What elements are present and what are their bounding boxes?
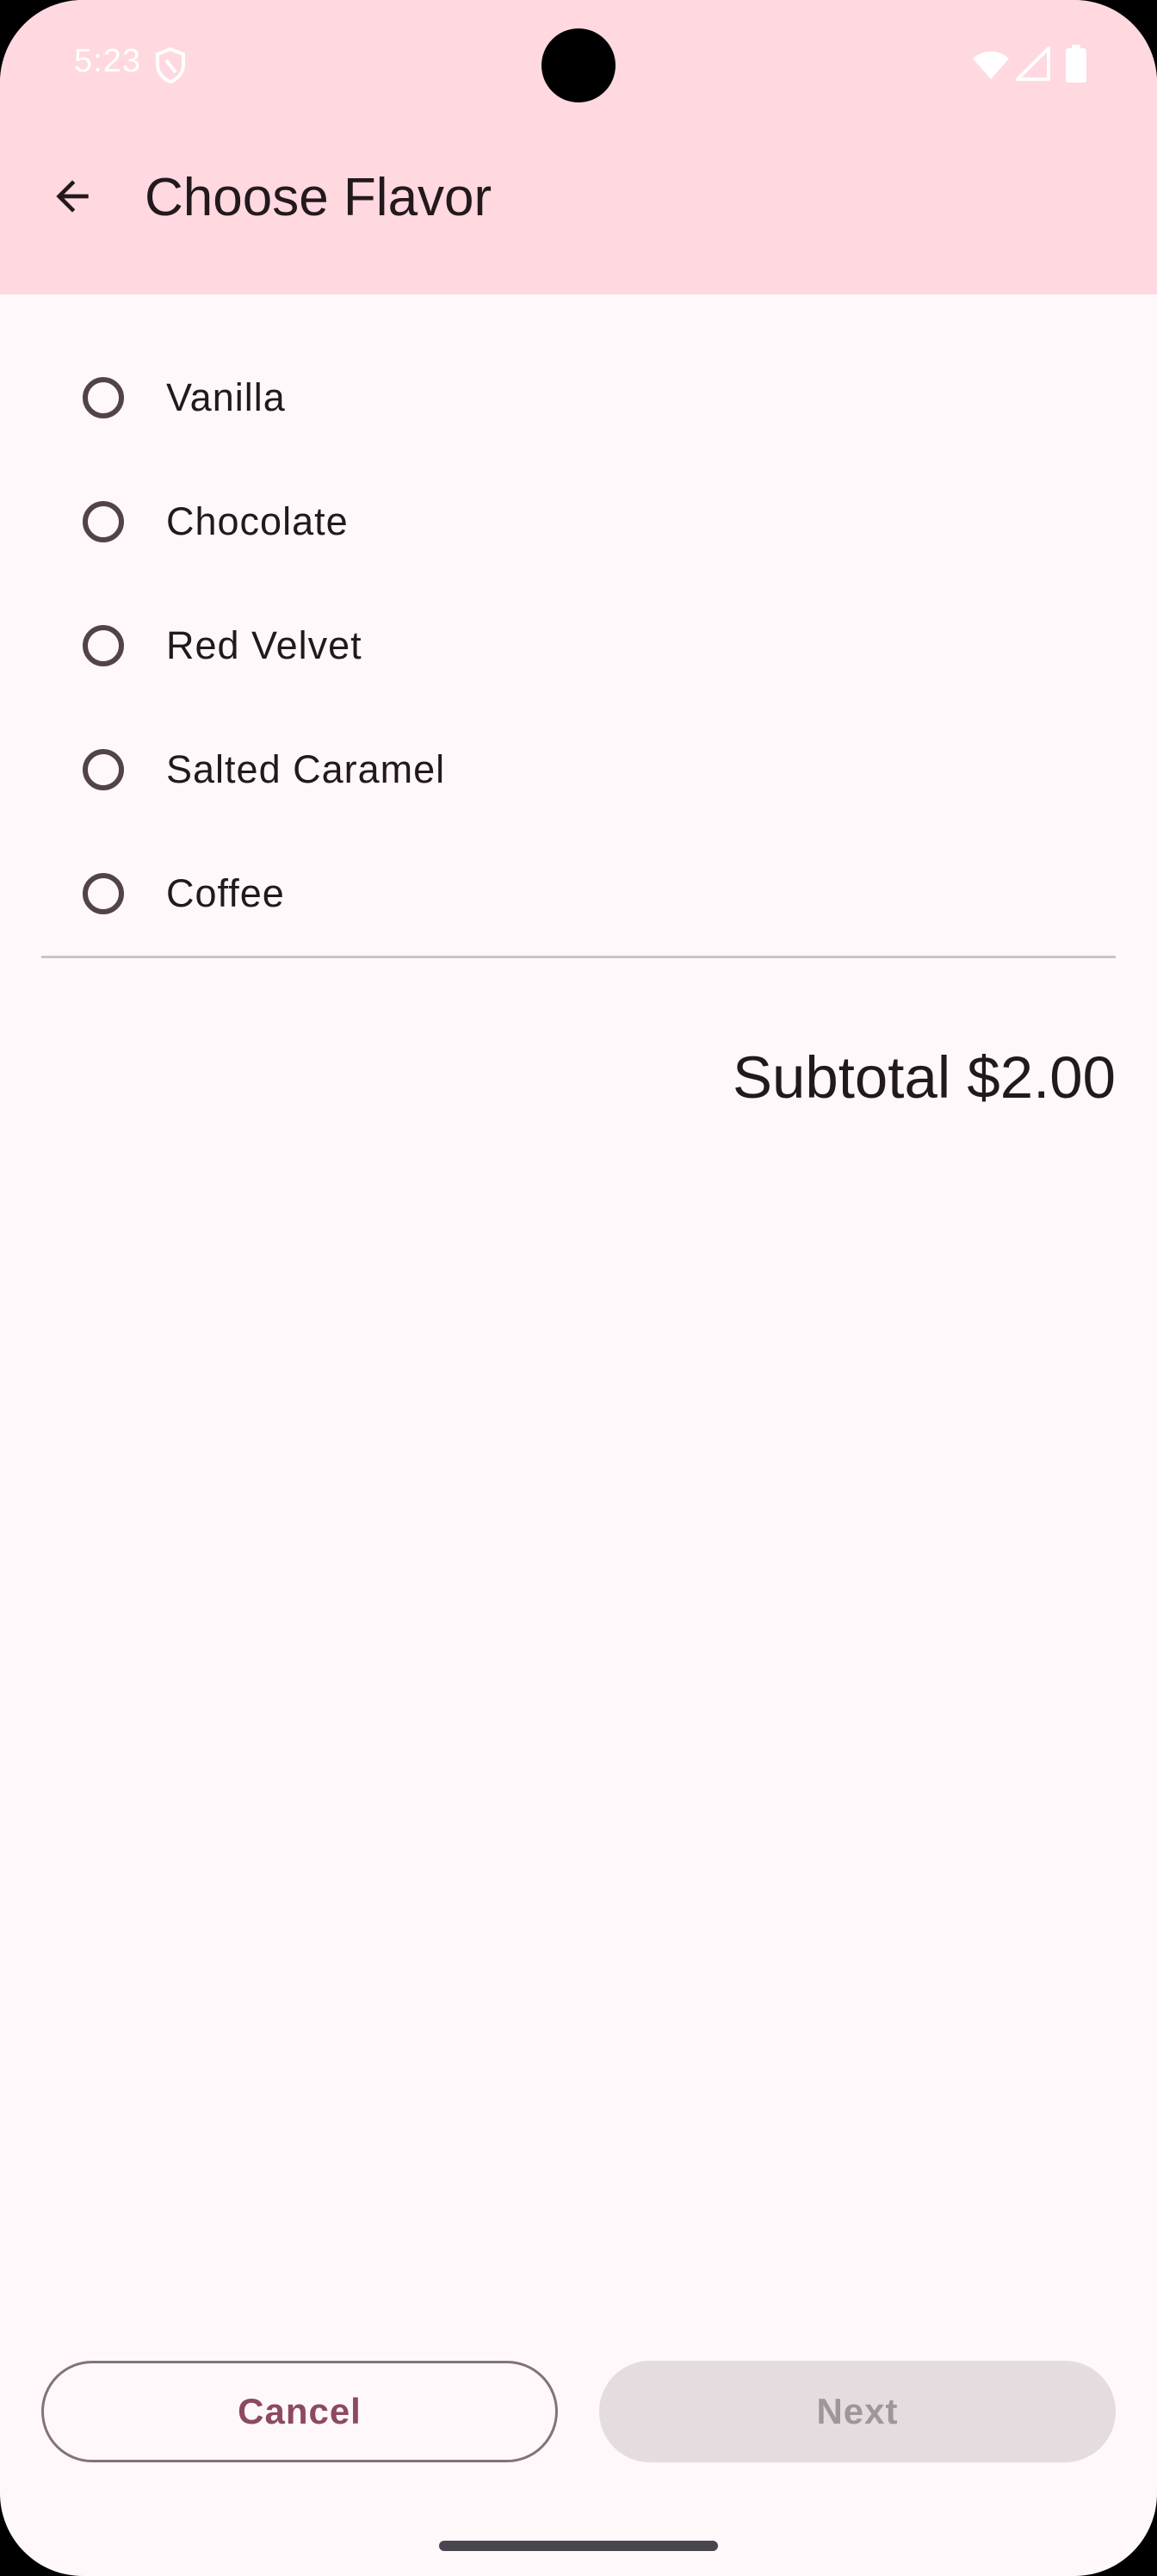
flavor-label: Vanilla xyxy=(166,375,286,419)
wifi-icon xyxy=(973,51,1009,79)
vpn-shield-icon xyxy=(156,46,185,84)
status-bar: 5:23 xyxy=(0,0,1157,129)
radio-unchecked-icon[interactable] xyxy=(77,620,129,672)
divider xyxy=(41,956,1116,958)
camera-cutout xyxy=(541,28,616,102)
status-time: 5:23 xyxy=(74,43,141,79)
radio-unchecked-icon[interactable] xyxy=(77,372,129,424)
gesture-nav-handle[interactable] xyxy=(439,2541,718,2551)
flavor-label: Salted Caramel xyxy=(166,747,446,791)
flavor-radio-group: Vanilla Chocolate Red Velvet Salted Cara… xyxy=(41,336,1116,956)
top-app-bar: Choose Flavor xyxy=(0,129,1157,294)
flavor-option-salted-caramel[interactable]: Salted Caramel xyxy=(41,708,1116,832)
back-button[interactable] xyxy=(31,155,114,238)
flavor-label: Red Velvet xyxy=(166,623,362,667)
screen: 5:23 Choose Flavor Vanilla Chocolate Red… xyxy=(0,0,1157,2576)
flavor-label: Chocolate xyxy=(166,499,349,543)
radio-unchecked-icon[interactable] xyxy=(77,868,129,920)
subtotal-text: Subtotal $2.00 xyxy=(732,1044,1116,1111)
cancel-button[interactable]: Cancel xyxy=(41,2361,558,2462)
flavor-option-red-velvet[interactable]: Red Velvet xyxy=(41,584,1116,708)
flavor-label: Coffee xyxy=(166,871,285,915)
radio-unchecked-icon[interactable] xyxy=(77,496,129,548)
arrow-back-icon xyxy=(56,180,89,213)
radio-unchecked-icon[interactable] xyxy=(77,744,129,796)
signal-icon xyxy=(1016,46,1050,81)
page-title: Choose Flavor xyxy=(145,168,492,227)
next-button-label: Next xyxy=(816,2391,899,2431)
flavor-option-coffee[interactable]: Coffee xyxy=(41,832,1116,956)
next-button[interactable]: Next xyxy=(599,2361,1116,2462)
flavor-option-chocolate[interactable]: Chocolate xyxy=(41,460,1116,584)
battery-icon xyxy=(1066,45,1086,83)
cancel-button-label: Cancel xyxy=(238,2391,362,2431)
flavor-option-vanilla[interactable]: Vanilla xyxy=(41,336,1116,460)
